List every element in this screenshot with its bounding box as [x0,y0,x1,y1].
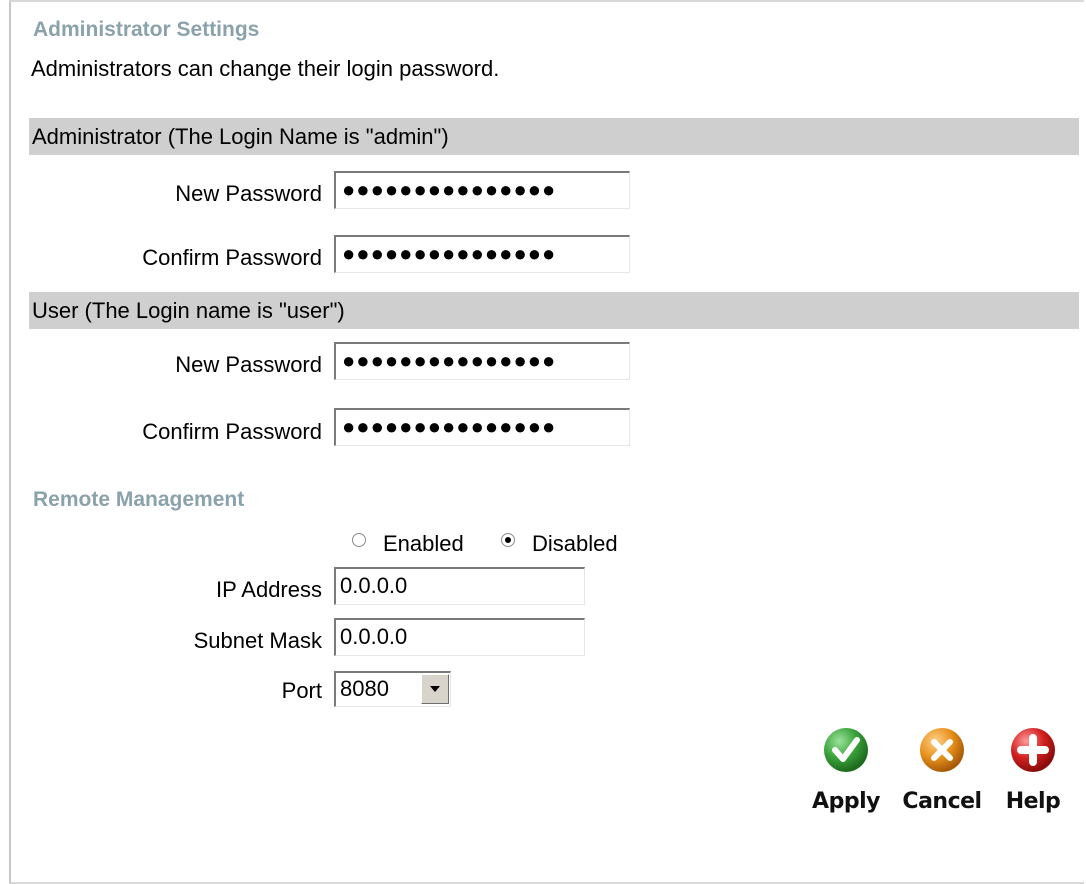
port-dropdown-button[interactable] [421,674,449,704]
subnet-mask-label: Subnet Mask [193,628,322,653]
apply-label: Apply [812,789,880,814]
check-icon [823,727,869,773]
subnet-mask-field[interactable]: 0.0.0.0 [334,618,585,656]
admin-settings-description: Administrators can change their login pa… [31,56,500,81]
help-label: Help [1005,789,1061,814]
enabled-label: Enabled [383,531,464,556]
ip-address-label: IP Address [216,577,322,602]
admin-confirm-password-field[interactable]: ●●●●●●●●●●●●●●● [334,235,630,273]
remote-management-title: Remote Management [33,488,245,511]
port-select-value: 8080 [340,676,389,701]
enabled-radio[interactable] [352,533,366,547]
plus-icon [1010,727,1056,773]
disabled-radio[interactable] [501,533,515,547]
user-new-password-field[interactable]: ●●●●●●●●●●●●●●● [334,342,630,380]
admin-new-password-label: New Password [175,181,322,206]
admin-confirm-password-label: Confirm Password [142,245,322,270]
cancel-button[interactable]: Cancel [897,727,987,827]
port-select[interactable]: 8080 [334,671,451,707]
x-icon [919,727,965,773]
disabled-label: Disabled [532,531,618,556]
admin-section-header: Administrator (The Login Name is "admin"… [29,118,1079,155]
user-new-password-label: New Password [175,352,322,377]
ip-address-field[interactable]: 0.0.0.0 [334,567,585,605]
help-button[interactable]: Help [988,727,1078,827]
admin-settings-title: Administrator Settings [33,18,260,41]
user-confirm-password-label: Confirm Password [142,419,322,444]
chevron-down-icon [430,686,440,692]
radio-selected-dot [505,537,511,543]
user-confirm-password-field[interactable]: ●●●●●●●●●●●●●●● [334,408,630,446]
port-label: Port [281,678,322,703]
apply-button[interactable]: Apply [801,727,891,827]
admin-new-password-field[interactable]: ●●●●●●●●●●●●●●● [334,171,630,209]
user-section-header: User (The Login name is "user") [29,292,1079,329]
